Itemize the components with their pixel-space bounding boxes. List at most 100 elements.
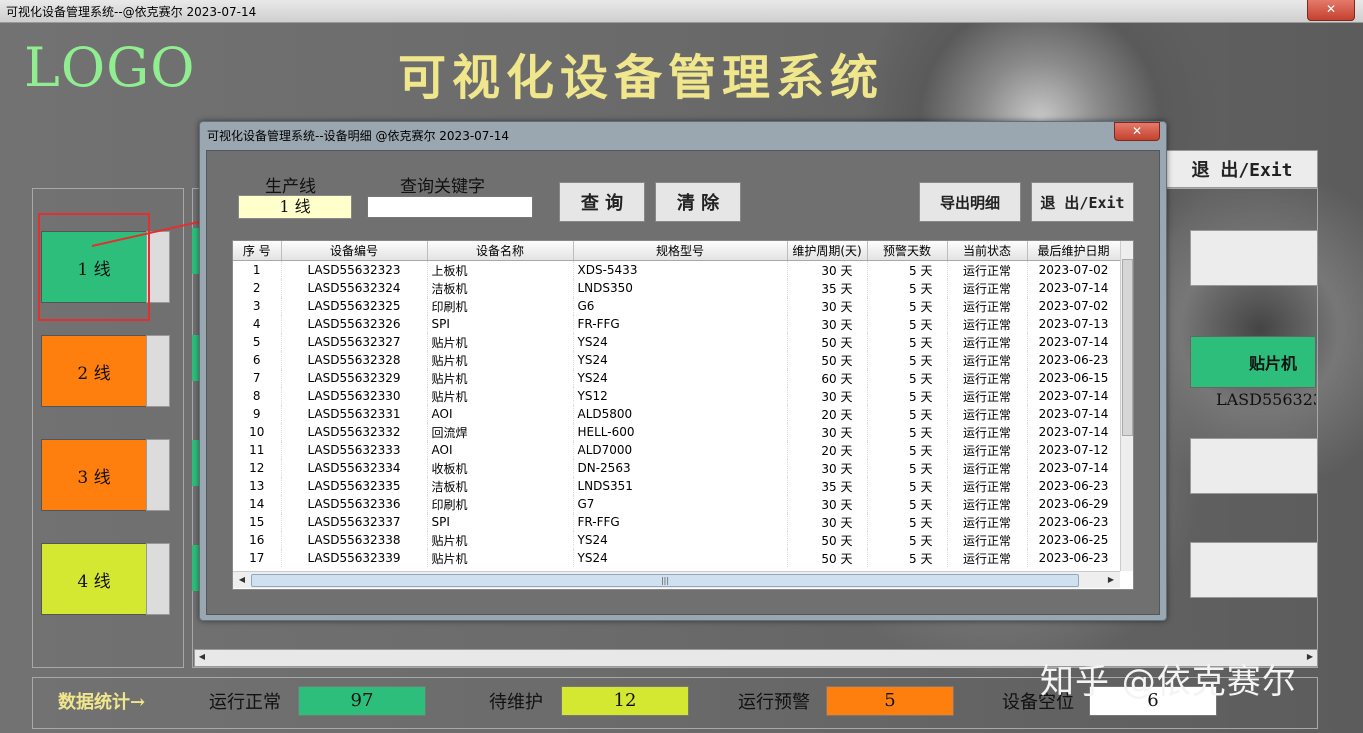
table-cell: 2023-07-14 bbox=[1027, 333, 1121, 351]
line-label: 生产线 bbox=[265, 177, 316, 197]
table-cell: 2023-07-12 bbox=[1027, 441, 1121, 459]
table-row[interactable]: 16 LASD55632338 贴片机 YS24 50 天5 天运行正常 2023-06-… bbox=[233, 531, 1121, 549]
table-cell: FR-FFG bbox=[573, 315, 788, 333]
clear-button[interactable]: 清 除 bbox=[655, 182, 741, 222]
table-row[interactable]: 11 LASD55632333 AOI ALD7000 20 天5 天运行正常 2023-… bbox=[233, 441, 1121, 459]
table-cell: 上板机 bbox=[427, 260, 574, 279]
export-button[interactable]: 导出明细 bbox=[919, 182, 1021, 222]
table-row[interactable]: 9 LASD55632331 AOI ALD5800 20 天5 天运行正常 2023-0… bbox=[233, 405, 1121, 423]
table-cell: 1 bbox=[233, 260, 282, 279]
table-cell: 4 bbox=[233, 315, 282, 333]
table-row[interactable]: 3 LASD55632325 印刷机 G6 30 天5 天运行正常 2023-07-02 bbox=[233, 297, 1121, 315]
table-cell: LASD55632330 bbox=[281, 387, 428, 405]
table-cell: LASD55632338 bbox=[281, 531, 428, 549]
table-row[interactable]: 4 LASD55632326 SPI FR-FFG 30 天5 天运行正常 2023-07… bbox=[233, 315, 1121, 333]
table-row[interactable]: 13 LASD55632335 洁板机 LNDS351 35 天5 天运行正常 2023-… bbox=[233, 477, 1121, 495]
table-cell: 5 天 bbox=[867, 459, 948, 477]
table-cell: 贴片机 bbox=[427, 351, 574, 369]
table-cell: SPI bbox=[427, 315, 574, 333]
table-cell: 2023-06-29 bbox=[1027, 495, 1121, 513]
scroll-thumb[interactable]: ||| bbox=[251, 574, 1079, 587]
table-cell: 运行正常 bbox=[947, 441, 1028, 459]
scroll-right-icon[interactable]: ▶ bbox=[1105, 574, 1117, 586]
table-row[interactable]: 12 LASD55632334 收板机 DN-2563 30 天5 天运行正常 2023-… bbox=[233, 459, 1121, 477]
table-vertical-scrollbar[interactable] bbox=[1120, 241, 1133, 571]
table-cell: 运行正常 bbox=[947, 297, 1028, 315]
table-cell: 5 天 bbox=[867, 387, 948, 405]
table-horizontal-scrollbar[interactable]: ◀ ||| ▶ bbox=[233, 571, 1120, 588]
table-cell: 运行正常 bbox=[947, 315, 1028, 333]
table-cell: 11 bbox=[233, 441, 282, 459]
table-cell: 5 天 bbox=[867, 495, 948, 513]
table-row[interactable]: 2 LASD55632324 洁板机 LNDS350 35 天5 天运行正常 2023-0… bbox=[233, 279, 1121, 297]
table-cell: LNDS351 bbox=[573, 477, 788, 495]
table-cell: ALD7000 bbox=[573, 441, 788, 459]
table-cell: 运行正常 bbox=[947, 423, 1028, 441]
table-cell: 贴片机 bbox=[427, 387, 574, 405]
table-row[interactable]: 15 LASD55632337 SPI FR-FFG 30 天5 天运行正常 2023-0… bbox=[233, 513, 1121, 531]
table-cell: 5 天 bbox=[867, 351, 948, 369]
table-row[interactable]: 1 LASD55632323 上板机 XDS-5433 30 天5 天运行正常 2023-… bbox=[233, 260, 1121, 279]
table-cell: 贴片机 bbox=[427, 531, 574, 549]
dialog-close-button[interactable]: ✕ bbox=[1114, 122, 1160, 141]
table-cell: 5 天 bbox=[867, 513, 948, 531]
table-cell: LASD55632323 bbox=[281, 260, 428, 279]
keyword-label: 查询关键字 bbox=[400, 177, 485, 197]
table-cell: DN-2563 bbox=[573, 459, 788, 477]
table-cell: LASD55632336 bbox=[281, 495, 428, 513]
table-cell: 运行正常 bbox=[947, 549, 1028, 567]
table-cell: 20 天 bbox=[787, 405, 868, 423]
scroll-thumb[interactable] bbox=[1122, 259, 1133, 436]
table-cell: LASD55632339 bbox=[281, 549, 428, 567]
table-cell: 5 天 bbox=[867, 279, 948, 297]
table-row[interactable]: 6 LASD55632328 贴片机 YS24 50 天5 天运行正常 2023-06-2… bbox=[233, 351, 1121, 369]
table-cell: FR-FFG bbox=[573, 513, 788, 531]
table-cell: 50 天 bbox=[787, 549, 868, 567]
table-cell: 贴片机 bbox=[427, 549, 574, 567]
column-header[interactable]: 预警天数 bbox=[867, 241, 948, 261]
table-row[interactable]: 5 LASD55632327 贴片机 YS24 50 天5 天运行正常 2023-07-1… bbox=[233, 333, 1121, 351]
dialog-exit-button[interactable]: 退 出/Exit bbox=[1031, 182, 1134, 222]
query-button[interactable]: 查 询 bbox=[559, 182, 645, 222]
scroll-left-icon[interactable]: ◀ bbox=[236, 574, 248, 586]
column-header[interactable]: 当前状态 bbox=[947, 241, 1028, 261]
column-header[interactable]: 序 号 bbox=[233, 241, 282, 261]
table-cell: LASD55632328 bbox=[281, 351, 428, 369]
table-cell: 运行正常 bbox=[947, 513, 1028, 531]
table-header: 序 号设备编号 设备名称 规格型号 维护周期(天) 预警天数 当前状态 最后维护日期 bbox=[233, 241, 1121, 261]
table-cell: G7 bbox=[573, 495, 788, 513]
table-cell: 2023-07-14 bbox=[1027, 423, 1121, 441]
table-row[interactable]: 8 LASD55632330 贴片机 YS12 30 天5 天运行正常 2023-07-1… bbox=[233, 387, 1121, 405]
table-cell: LASD55632331 bbox=[281, 405, 428, 423]
table-cell: 12 bbox=[233, 459, 282, 477]
table-cell: 洁板机 bbox=[427, 477, 574, 495]
table-cell: 运行正常 bbox=[947, 387, 1028, 405]
table-cell: 印刷机 bbox=[427, 495, 574, 513]
table-cell: 30 天 bbox=[787, 495, 868, 513]
column-header[interactable]: 设备编号 bbox=[281, 241, 428, 261]
table-cell: 2 bbox=[233, 279, 282, 297]
table-cell: LASD55632337 bbox=[281, 513, 428, 531]
column-header[interactable]: 维护周期(天) bbox=[787, 241, 868, 261]
column-header[interactable]: 规格型号 bbox=[573, 241, 788, 261]
table-cell: 5 天 bbox=[867, 369, 948, 387]
table-cell: 5 天 bbox=[867, 297, 948, 315]
table-cell: 5 天 bbox=[867, 441, 948, 459]
table-row[interactable]: 10 LASD55632332 回流焊 HELL-600 30 天5 天运行正常 2023… bbox=[233, 423, 1121, 441]
table-cell: 贴片机 bbox=[427, 333, 574, 351]
table-cell: 2023-06-15 bbox=[1027, 369, 1121, 387]
column-header[interactable]: 设备名称 bbox=[427, 241, 574, 261]
table-row[interactable]: 17 LASD55632339 贴片机 YS24 50 天5 天运行正常 2023-06-… bbox=[233, 549, 1121, 567]
table-row[interactable]: 14 LASD55632336 印刷机 G7 30 天5 天运行正常 2023-06-29 bbox=[233, 495, 1121, 513]
table-cell: 运行正常 bbox=[947, 459, 1028, 477]
table-cell: 5 天 bbox=[867, 333, 948, 351]
table-cell: 收板机 bbox=[427, 459, 574, 477]
keyword-input[interactable] bbox=[367, 196, 533, 218]
table-row[interactable]: 7 LASD55632329 贴片机 YS24 60 天5 天运行正常 2023-06-1… bbox=[233, 369, 1121, 387]
table-cell: 2023-06-23 bbox=[1027, 477, 1121, 495]
table-cell: 30 天 bbox=[787, 297, 868, 315]
line-field[interactable]: 1 线 bbox=[238, 195, 352, 219]
column-header[interactable]: 最后维护日期 bbox=[1027, 241, 1121, 261]
table-cell: 2023-06-23 bbox=[1027, 513, 1121, 531]
table-cell: YS24 bbox=[573, 369, 788, 387]
